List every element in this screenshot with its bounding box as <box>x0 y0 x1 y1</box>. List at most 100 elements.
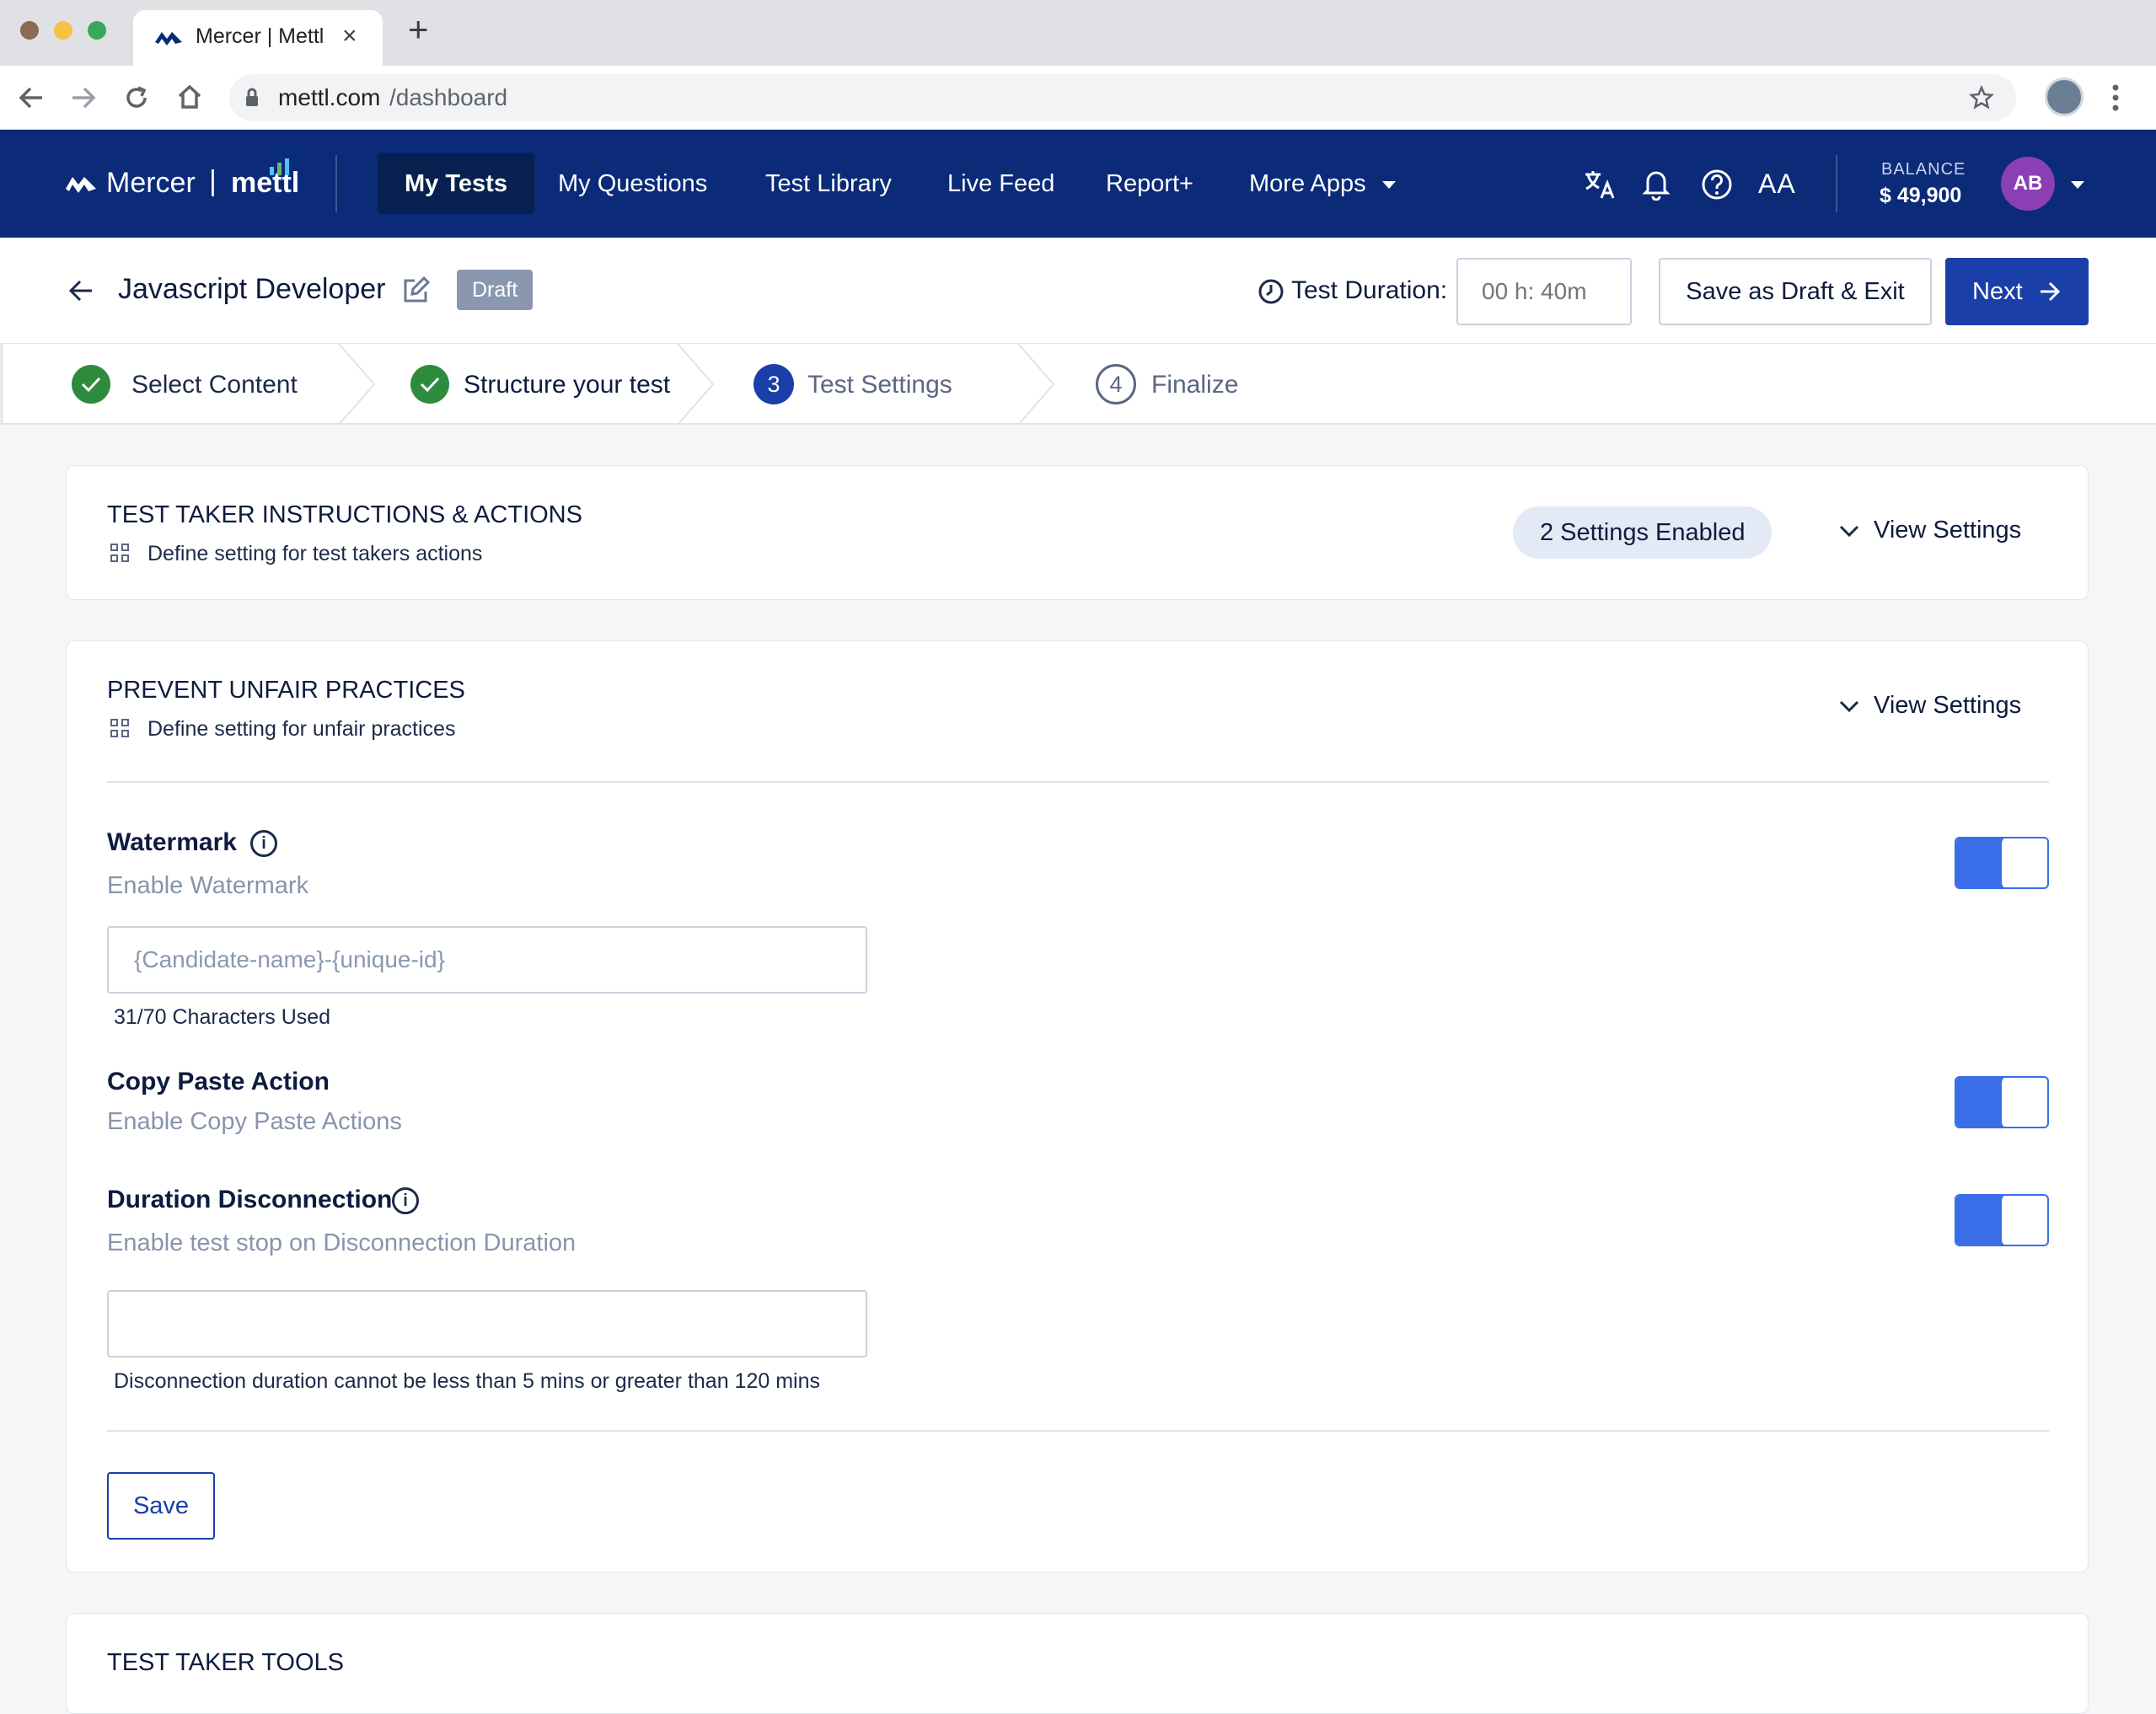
browser-tab[interactable]: Mercer | Mettl × <box>133 10 383 66</box>
watermark-toggle[interactable] <box>1955 837 2049 889</box>
duration-label: Test Duration: <box>1291 276 1448 304</box>
arrow-right-icon <box>2041 281 2061 302</box>
bookmark-star-icon[interactable] <box>1969 85 1994 110</box>
section-title: TEST TAKER INSTRUCTIONS & ACTIONS <box>107 501 582 528</box>
window-maximize-dot[interactable] <box>88 21 106 40</box>
back-icon[interactable] <box>67 278 94 303</box>
next-button[interactable]: Next <box>1945 258 2089 325</box>
nav-report-plus[interactable]: Report+ <box>1079 153 1220 214</box>
stepper: Select Content Structure your test 3 Tes… <box>0 344 2156 425</box>
nav-my-tests[interactable]: My Tests <box>378 153 534 214</box>
brand-separator: | <box>209 165 217 197</box>
font-size-icon[interactable]: AA <box>1758 169 1796 200</box>
user-avatar[interactable]: AB <box>2001 157 2055 211</box>
copy-paste-label: Copy Paste Action <box>107 1068 330 1095</box>
status-badge: Draft <box>457 270 534 310</box>
section-description: Define setting for test takers actions <box>147 542 483 565</box>
disconnection-sublabel: Enable test stop on Disconnection Durati… <box>107 1229 577 1256</box>
tools-card: TEST TAKER TOOLS <box>66 1613 2089 1714</box>
close-tab-icon[interactable]: × <box>342 22 357 51</box>
address-bar-row: mettl.com /dashboard <box>0 66 2156 130</box>
disconnection-input[interactable] <box>107 1290 867 1358</box>
step-label: Select Content <box>131 371 298 399</box>
page-header: Javascript Developer Draft Test Duration… <box>0 238 2156 344</box>
chevron-down-icon <box>1839 525 1859 538</box>
edit-icon[interactable] <box>401 276 430 305</box>
view-settings-label: View Settings <box>1874 517 2022 544</box>
grid-icon <box>110 544 129 562</box>
back-arrow-icon[interactable] <box>17 84 46 111</box>
url-path: /dashboard <box>389 84 508 110</box>
url-box[interactable]: mettl.com /dashboard <box>229 74 2016 121</box>
divider <box>107 781 2049 783</box>
disconnection-hint: Disconnection duration cannot be less th… <box>114 1369 820 1393</box>
clock-icon <box>1258 279 1284 304</box>
nav-more-apps-label: More Apps <box>1249 170 1366 197</box>
save-button[interactable]: Save <box>107 1472 215 1540</box>
step-label: Structure your test <box>464 371 671 399</box>
check-circle-icon <box>72 365 110 404</box>
watermark-label: Watermark <box>107 828 237 856</box>
instructions-card: TEST TAKER INSTRUCTIONS & ACTIONS Define… <box>66 465 2089 600</box>
step-label: Finalize <box>1151 371 1239 399</box>
watermark-input[interactable]: {Candidate-name}-{unique-id} <box>107 926 867 994</box>
url-domain: mettl.com <box>278 84 381 110</box>
grid-icon <box>110 719 129 737</box>
tab-title: Mercer | Mettl <box>196 24 324 48</box>
info-icon[interactable]: i <box>392 1187 419 1214</box>
save-draft-exit-button[interactable]: Save as Draft & Exit <box>1659 258 1932 325</box>
step-structure[interactable]: Structure your test <box>374 344 711 425</box>
step-number: 4 <box>1096 364 1136 404</box>
brand-mercer: Mercer <box>106 167 196 199</box>
browser-tab-bar: Mercer | Mettl × + <box>0 0 2156 66</box>
section-title: PREVENT UNFAIR PRACTICES <box>107 677 465 704</box>
disconnection-toggle[interactable] <box>1955 1194 2049 1246</box>
info-icon[interactable]: i <box>250 830 277 857</box>
lock-icon <box>246 88 258 106</box>
check-circle-icon <box>410 365 449 404</box>
step-select-content[interactable]: Select Content <box>0 344 373 425</box>
mettl-bars-icon <box>270 158 289 175</box>
char-count: 31/70 Characters Used <box>114 1005 331 1029</box>
bell-icon[interactable] <box>1642 167 1671 201</box>
page-title: Javascript Developer <box>118 273 386 305</box>
divider <box>107 1430 2049 1432</box>
forward-arrow-icon[interactable] <box>69 84 98 111</box>
step-finalize[interactable]: 4 Finalize <box>1054 344 1391 425</box>
window-close-dot[interactable] <box>20 21 39 40</box>
chevron-down-icon <box>1839 700 1859 713</box>
caret-down-icon <box>1381 181 1396 189</box>
balance-label: BALANCE <box>1881 160 1966 179</box>
section-description: Define setting for unfair practices <box>147 717 456 741</box>
window-minimize-dot[interactable] <box>54 21 72 40</box>
nav-my-questions[interactable]: My Questions <box>531 153 734 214</box>
mercer-logo-icon <box>66 177 96 193</box>
browser-menu-icon[interactable] <box>2110 83 2121 113</box>
step-test-settings[interactable]: 3 Test Settings <box>713 344 1050 425</box>
reload-icon[interactable] <box>123 84 150 111</box>
balance-value: $ 49,900 <box>1880 184 1962 207</box>
nav-more-apps[interactable]: More Apps <box>1222 153 1417 214</box>
nav-test-library[interactable]: Test Library <box>738 153 919 214</box>
help-icon[interactable] <box>1701 169 1733 201</box>
next-button-label: Next <box>1972 278 2023 305</box>
new-tab-button[interactable]: + <box>408 12 429 47</box>
settings-enabled-badge: 2 Settings Enabled <box>1513 506 1773 559</box>
profile-caret-down-icon[interactable] <box>2070 180 2085 190</box>
home-icon[interactable] <box>175 83 204 111</box>
section-title: TEST TAKER TOOLS <box>107 1649 344 1676</box>
top-navigation: Mercer | mettl My Tests My Questions Tes… <box>0 130 2156 238</box>
translate-icon[interactable] <box>1583 169 1617 201</box>
view-settings-button[interactable]: View Settings <box>1835 515 2046 552</box>
copy-paste-toggle[interactable] <box>1955 1076 2049 1128</box>
unfair-practices-card: PREVENT UNFAIR PRACTICES Define setting … <box>66 640 2089 1572</box>
step-label: Test Settings <box>807 371 952 399</box>
watermark-sublabel: Enable Watermark <box>107 872 309 899</box>
browser-profile-avatar[interactable] <box>2045 78 2084 116</box>
view-settings-button[interactable]: View Settings <box>1835 690 2046 727</box>
nav-divider <box>335 155 337 212</box>
copy-paste-sublabel: Enable Copy Paste Actions <box>107 1108 402 1135</box>
duration-input[interactable] <box>1456 258 1632 325</box>
nav-live-feed[interactable]: Live Feed <box>920 153 1081 214</box>
view-settings-label: View Settings <box>1874 692 2022 719</box>
